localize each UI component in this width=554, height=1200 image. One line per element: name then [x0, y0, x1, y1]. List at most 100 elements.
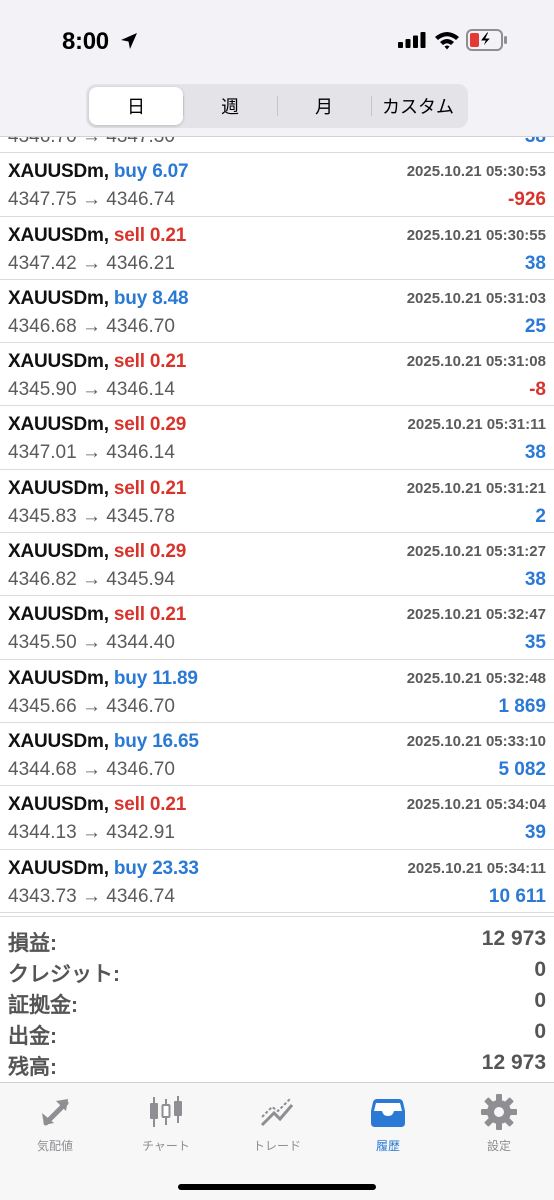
tab-history[interactable]: 履歴	[333, 1093, 443, 1163]
summary-row-margin: 証拠金: 0	[0, 989, 554, 1020]
trade-symbol: XAUUSDm,	[8, 351, 109, 373]
arrow-right-icon: →	[81, 758, 101, 780]
summary-label: 損益:	[8, 932, 57, 955]
segment-custom[interactable]: カスタム	[371, 87, 465, 125]
trade-profit: 25	[524, 315, 546, 337]
arrow-right-icon: →	[81, 569, 101, 591]
trade-row[interactable]: XAUUSDm, buy 16.65 2025.10.21 05:33:10 434…	[0, 723, 554, 787]
trade-volume: 0.21	[149, 224, 187, 246]
trade-row[interactable]: XAUUSDm, sell 0.29 2025.10.21 05:31:27 434…	[0, 533, 554, 597]
home-indicator	[178, 1184, 376, 1190]
trade-datetime: 2025.10.21 05:31:11	[407, 416, 546, 434]
segment-month[interactable]: 月	[277, 87, 371, 125]
summary-label: クレジット:	[8, 963, 120, 986]
summary-value: 0	[534, 1020, 546, 1043]
summary-value: 0	[534, 958, 546, 981]
trade-prices: 4346.70 → 4347.30	[8, 137, 175, 148]
trade-row[interactable]: XAUUSDm, buy 8.48 2025.10.21 05:31:03 4346…	[0, 280, 554, 344]
trade-symbol: XAUUSDm,	[8, 794, 109, 816]
trade-volume: 0.29	[149, 414, 187, 436]
trade-prices: 4346.82 → 4345.94	[8, 569, 175, 591]
trade-history-list[interactable]: XAUUSDm, sell 4346.70 → 4347.3038XAUUSDm…	[0, 137, 554, 915]
trade-datetime: 2025.10.21 05:31:03	[406, 289, 546, 307]
trade-datetime: 2025.10.21 05:30:53	[406, 163, 546, 181]
trade-close-price: 4346.21	[106, 252, 175, 274]
status-time: 8:00	[62, 28, 109, 55]
trade-side: sell	[113, 794, 145, 816]
trade-profit: 38	[524, 252, 546, 274]
trade-close-price: 4344.40	[106, 632, 175, 654]
trade-datetime: 2025.10.21 05:34:11	[407, 859, 546, 877]
trade-row[interactable]: XAUUSDm, buy 11.89 2025.10.21 05:32:48 434…	[0, 660, 554, 723]
trade-profit: -8	[529, 379, 546, 401]
trade-open-price: 4345.83	[8, 505, 77, 527]
trade-open-price: 4347.75	[8, 189, 77, 211]
trade-open-price: 4344.68	[8, 758, 77, 780]
arrow-right-icon: →	[81, 379, 101, 401]
trade-close-price: 4346.70	[106, 758, 175, 780]
trade-close-price: 4346.70	[106, 695, 175, 717]
trade-close-price: 4345.78	[106, 505, 175, 527]
trade-prices: 4346.68 → 4346.70	[8, 316, 175, 338]
trade-row[interactable]: XAUUSDm, sell 0.21 2025.10.21 05:31:21 434…	[0, 470, 554, 534]
summary-row-balance: 残高: 12 973	[0, 1051, 554, 1082]
tab-chart[interactable]: チャート	[111, 1093, 221, 1163]
trade-symbol: XAUUSDm,	[8, 857, 109, 879]
trade-volume: 0.29	[149, 541, 187, 563]
arrow-right-icon: →	[81, 632, 101, 654]
trade-prices: 4344.13 → 4342.91	[8, 822, 175, 844]
trade-symbol: XAUUSDm,	[8, 224, 109, 246]
trade-profit: 38	[524, 569, 546, 591]
trade-symbol-line: XAUUSDm, buy 11.89	[8, 668, 198, 690]
summary-value: 12 973	[481, 927, 546, 950]
trade-symbol: XAUUSDm,	[8, 604, 109, 626]
arrow-right-icon: →	[81, 442, 101, 464]
trade-row[interactable]: XAUUSDm, buy 23.33 2025.10.21 05:34:11 434…	[0, 850, 554, 913]
trade-close-price: 4346.14	[106, 442, 175, 464]
trade-volume: 0.21	[149, 477, 187, 499]
bottom-tab-bar: 気配値 チャート トレード 履歴 設定	[0, 1082, 554, 1200]
battery-charging-icon	[466, 29, 507, 51]
trade-datetime: 2025.10.21 05:33:10	[406, 732, 546, 750]
trade-row[interactable]: XAUUSDm, sell 0.21 2025.10.21 05:32:47 434…	[0, 596, 554, 660]
trade-open-price: 4346.70	[8, 137, 77, 147]
trade-datetime: 2025.10.21 05:31:27	[406, 543, 546, 561]
tab-settings[interactable]: 設定	[444, 1093, 554, 1163]
gear-icon	[481, 1094, 517, 1130]
trade-history-rows: XAUUSDm, sell 4346.70 → 4347.3038XAUUSDm…	[0, 137, 554, 913]
trade-row[interactable]: XAUUSDm, sell 0.21 2025.10.21 05:31:08 434…	[0, 343, 554, 407]
trade-symbol-line: XAUUSDm, buy 6.07	[8, 161, 189, 183]
trade-row[interactable]: XAUUSDm, buy 6.07 2025.10.21 05:30:53 4347…	[0, 153, 554, 217]
tab-trade[interactable]: トレード	[222, 1093, 332, 1163]
trade-side: sell	[113, 414, 145, 436]
quotes-arrows-icon	[42, 1099, 69, 1126]
arrow-right-icon: →	[81, 885, 101, 907]
trade-symbol-line: XAUUSDm, sell 0.29	[8, 414, 186, 436]
trade-open-price: 4345.66	[8, 695, 77, 717]
summary-label: 出金:	[8, 1025, 57, 1048]
arrow-right-icon: →	[81, 252, 101, 274]
tab-quotes[interactable]: 気配値	[0, 1093, 110, 1163]
segment-week[interactable]: 週	[183, 87, 277, 125]
segment-day[interactable]: 日	[89, 87, 183, 125]
trade-prices: 4343.73 → 4346.74	[8, 886, 175, 908]
trade-side: sell	[113, 477, 145, 499]
candlestick-chart-icon	[150, 1096, 182, 1127]
trade-profit: 38	[525, 137, 546, 148]
arrow-right-icon: →	[81, 315, 101, 337]
trade-row[interactable]: XAUUSDm, sell 0.29 2025.10.21 05:31:11 434…	[0, 406, 554, 470]
trade-symbol: XAUUSDm,	[8, 667, 109, 689]
trade-symbol: XAUUSDm,	[8, 161, 109, 183]
arrow-right-icon: →	[81, 189, 101, 211]
trade-row[interactable]: XAUUSDm, sell 0.21 2025.10.21 05:30:55 434…	[0, 217, 554, 280]
trade-profit: 2	[535, 505, 546, 527]
trade-row[interactable]: XAUUSDm, sell 0.21 2025.10.21 05:34:04 434…	[0, 786, 554, 850]
trade-symbol: XAUUSDm,	[8, 541, 109, 563]
trade-prices: 4345.90 → 4346.14	[8, 379, 175, 401]
trade-row[interactable]: XAUUSDm, sell 4346.70 → 4347.3038	[0, 137, 554, 154]
trade-datetime: 2025.10.21 05:34:04	[406, 796, 546, 814]
trade-profit: 5 082	[498, 758, 546, 780]
status-bar: 8:00	[0, 0, 554, 80]
arrow-right-icon: →	[81, 505, 101, 527]
trade-profit: 1 869	[498, 695, 546, 717]
